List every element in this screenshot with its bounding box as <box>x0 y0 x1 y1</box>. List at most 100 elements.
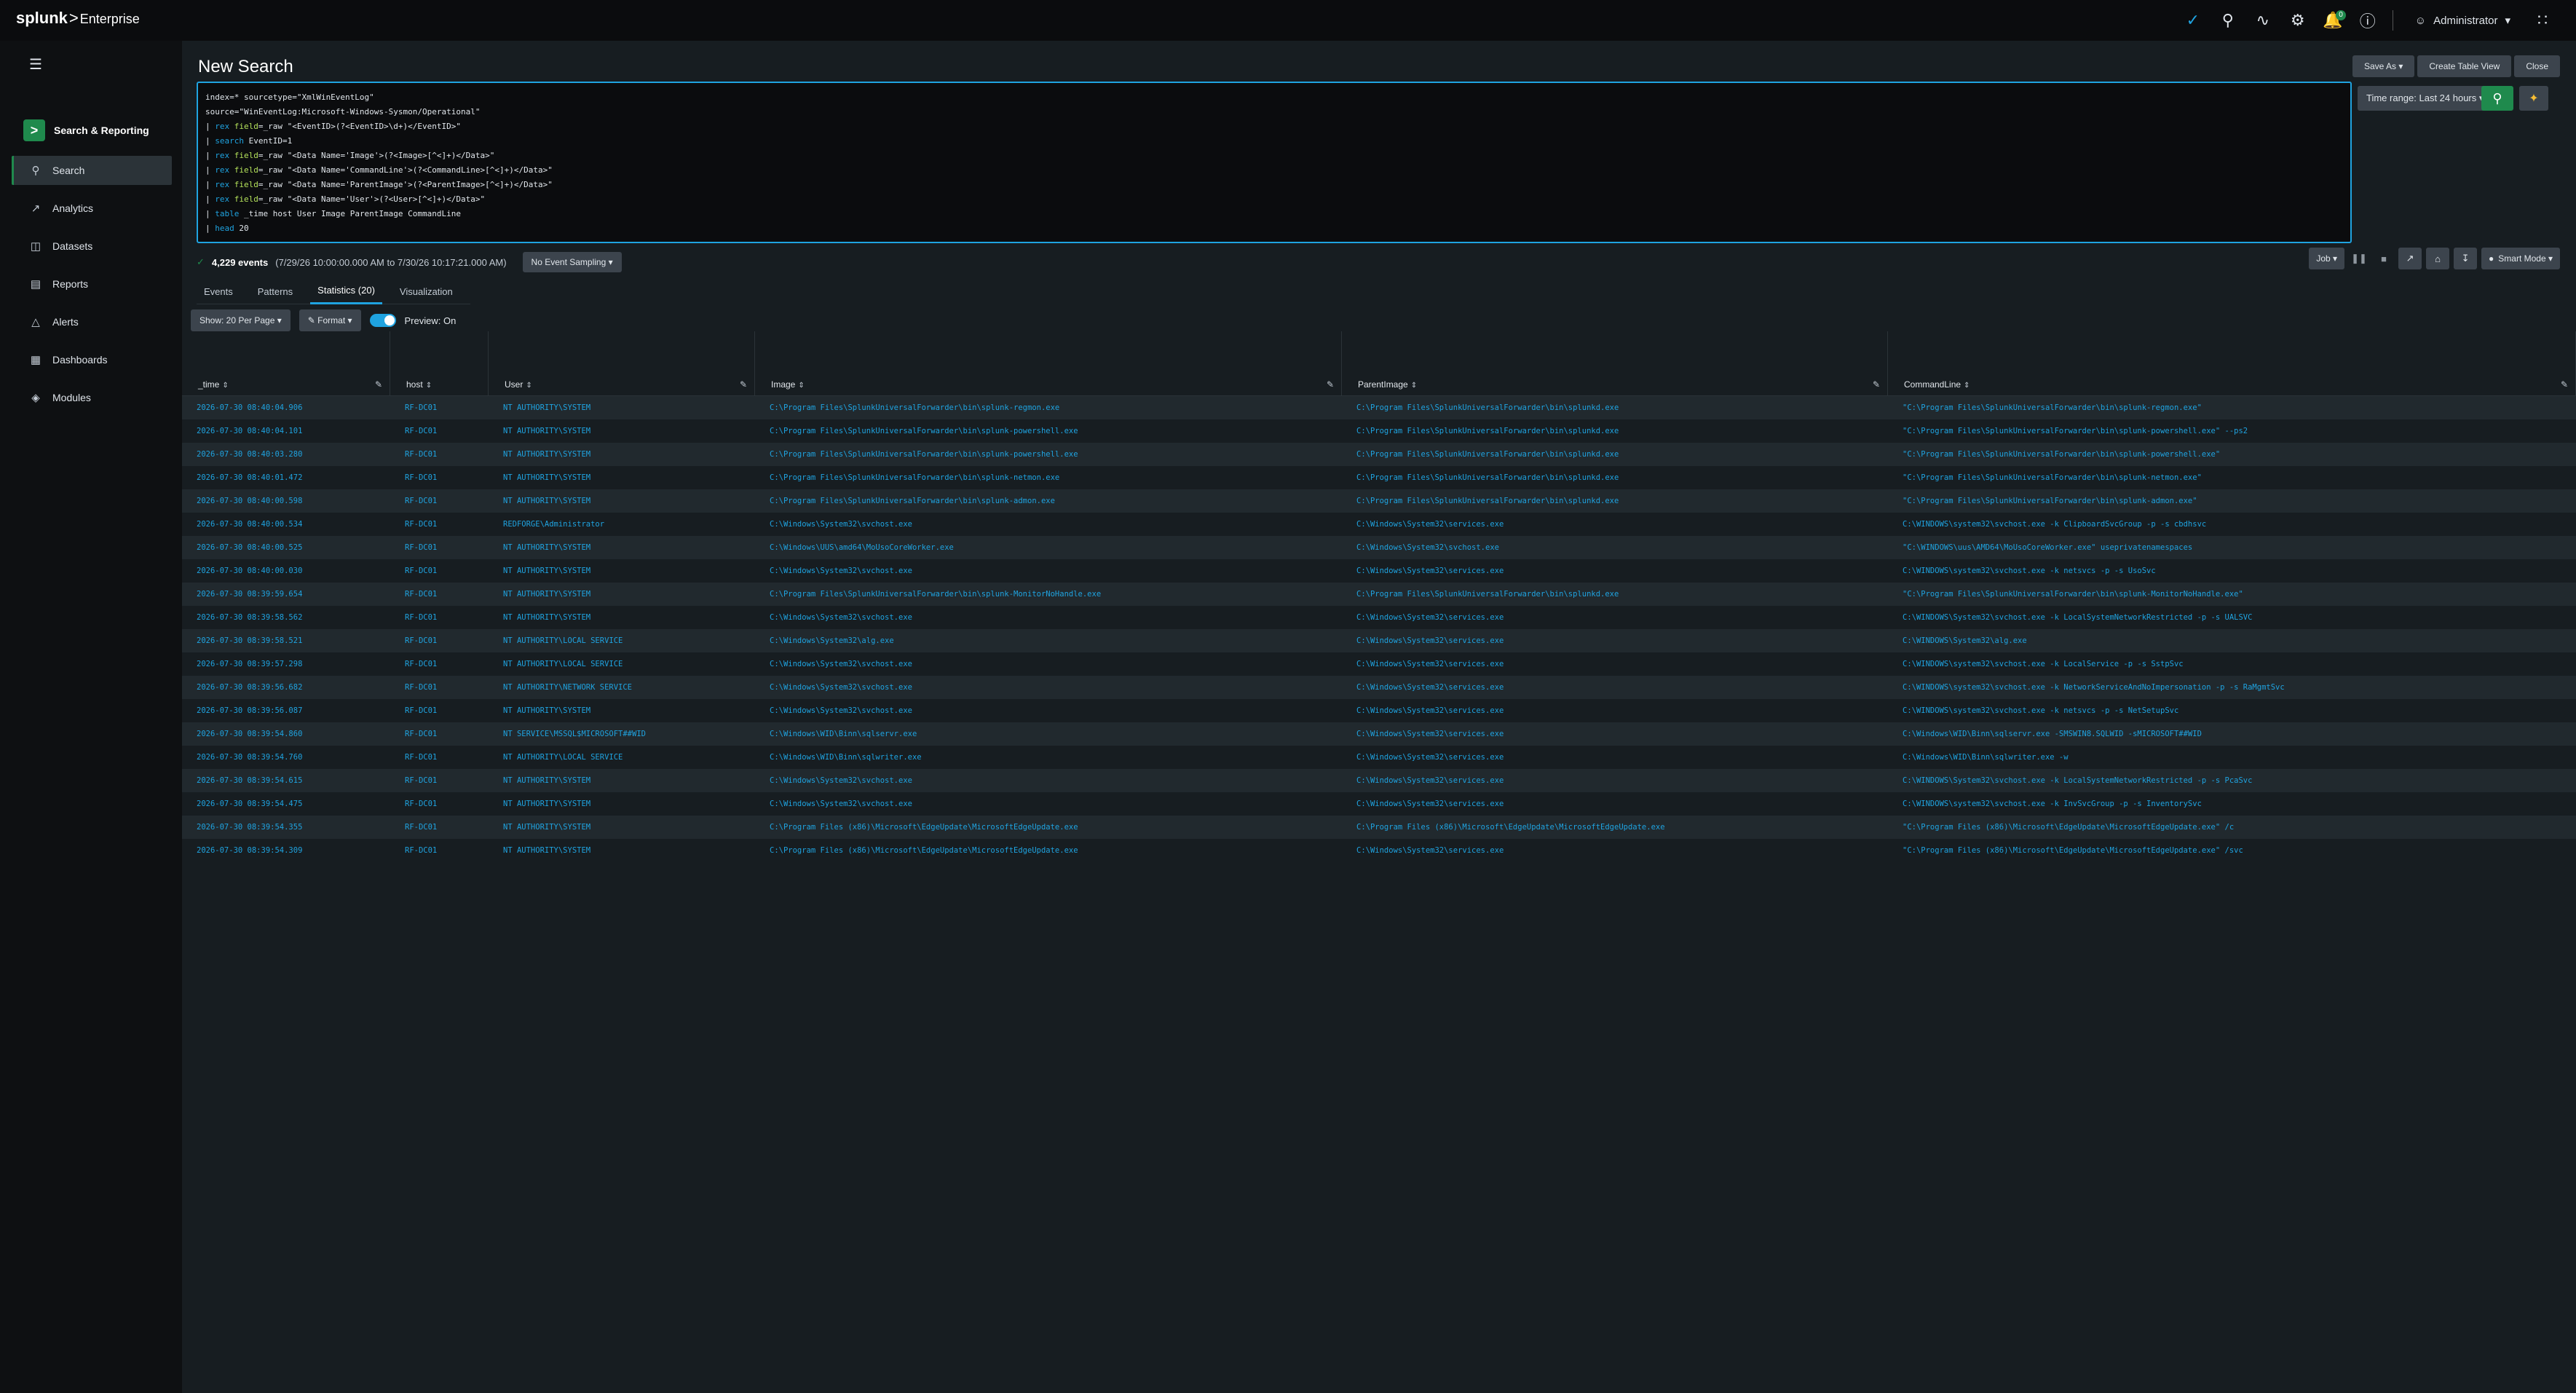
edit-column-icon[interactable]: ✎ <box>1327 379 1334 390</box>
cell-image[interactable]: C:\Program Files\SplunkUniversalForwarde… <box>755 403 1342 412</box>
cell-image[interactable]: C:\Windows\WID\Binn\sqlwriter.exe <box>755 753 1342 762</box>
edit-column-icon[interactable]: ✎ <box>1873 379 1880 390</box>
cell-image[interactable]: C:\Program Files\SplunkUniversalForwarde… <box>755 427 1342 435</box>
cell-parentimage[interactable]: C:\Windows\System32\services.exe <box>1342 730 1888 738</box>
cell-host[interactable]: RF-DC01 <box>390 753 489 762</box>
format-dropdown[interactable]: ✎ Format ▾ <box>299 309 361 331</box>
pause-icon[interactable]: ❚❚ <box>2349 248 2369 269</box>
cell-parentimage[interactable]: C:\Windows\System32\services.exe <box>1342 613 1888 622</box>
cell-commandline[interactable]: "C:\Program Files\SplunkUniversalForward… <box>1888 473 2576 482</box>
cell-time[interactable]: 2026-07-30 08:39:54.355 <box>182 823 390 832</box>
gear-icon[interactable]: ⚙ <box>2280 0 2315 41</box>
stop-icon[interactable]: ■ <box>2374 248 2394 269</box>
cell-time[interactable]: 2026-07-30 08:39:58.521 <box>182 636 390 645</box>
cell-commandline[interactable]: C:\Windows\WID\Binn\sqlservr.exe -SMSWIN… <box>1888 730 2576 738</box>
cell-host[interactable]: RF-DC01 <box>390 800 489 808</box>
cell-host[interactable]: RF-DC01 <box>390 590 489 599</box>
cell-user[interactable]: NT AUTHORITY\SYSTEM <box>489 567 755 575</box>
cell-parentimage[interactable]: C:\Program Files\SplunkUniversalForwarde… <box>1342 473 1888 482</box>
preview-toggle[interactable] <box>369 314 396 327</box>
search-mode-dropdown[interactable]: ● Smart Mode ▾ <box>2481 248 2560 269</box>
app-title[interactable]: > Search & Reporting <box>23 119 149 141</box>
share-icon[interactable]: ↗ <box>2398 248 2422 269</box>
cell-host[interactable]: RF-DC01 <box>390 427 489 435</box>
cell-host[interactable]: RF-DC01 <box>390 636 489 645</box>
cell-user[interactable]: NT AUTHORITY\LOCAL SERVICE <box>489 636 755 645</box>
cell-time[interactable]: 2026-07-30 08:39:54.615 <box>182 776 390 785</box>
cell-commandline[interactable]: "C:\Program Files\SplunkUniversalForward… <box>1888 427 2576 435</box>
cell-time[interactable]: 2026-07-30 08:39:54.860 <box>182 730 390 738</box>
apps-grid-icon[interactable]: ∷ <box>2525 0 2560 41</box>
cell-host[interactable]: RF-DC01 <box>390 520 489 529</box>
cell-image[interactable]: C:\Windows\System32\svchost.exe <box>755 776 1342 785</box>
activity-icon[interactable]: ∿ <box>2245 0 2280 41</box>
cell-host[interactable]: RF-DC01 <box>390 450 489 459</box>
cell-time[interactable]: 2026-07-30 08:40:00.525 <box>182 543 390 552</box>
job-menu[interactable]: Job ▾ <box>2309 248 2345 269</box>
cell-image[interactable]: C:\Windows\System32\svchost.exe <box>755 567 1342 575</box>
tab-visualization[interactable]: Visualization <box>392 278 460 304</box>
cell-parentimage[interactable]: C:\Windows\System32\services.exe <box>1342 846 1888 855</box>
sidebar-item-alerts[interactable]: △ Alerts <box>12 307 172 336</box>
cell-user[interactable]: NT AUTHORITY\SYSTEM <box>489 543 755 552</box>
cell-host[interactable]: RF-DC01 <box>390 846 489 855</box>
column-header-user[interactable]: User ⇕ ✎ <box>489 331 755 395</box>
cell-parentimage[interactable]: C:\Windows\System32\svchost.exe <box>1342 543 1888 552</box>
cell-user[interactable]: NT AUTHORITY\LOCAL SERVICE <box>489 660 755 668</box>
cell-user[interactable]: REDFORGE\Administrator <box>489 520 755 529</box>
bell-icon[interactable]: 🔔 0 <box>2315 0 2350 41</box>
cell-image[interactable]: C:\Program Files\SplunkUniversalForwarde… <box>755 450 1342 459</box>
cell-time[interactable]: 2026-07-30 08:39:54.760 <box>182 753 390 762</box>
cell-host[interactable]: RF-DC01 <box>390 706 489 715</box>
cell-commandline[interactable]: "C:\Program Files\SplunkUniversalForward… <box>1888 403 2576 412</box>
cell-image[interactable]: C:\Windows\System32\svchost.exe <box>755 660 1342 668</box>
cell-time[interactable]: 2026-07-30 08:40:00.030 <box>182 567 390 575</box>
cell-image[interactable]: C:\Windows\System32\svchost.exe <box>755 683 1342 692</box>
edit-column-icon[interactable]: ✎ <box>2561 379 2568 390</box>
sidebar-item-datasets[interactable]: ◫ Datasets <box>12 232 172 261</box>
cell-user[interactable]: NT AUTHORITY\SYSTEM <box>489 427 755 435</box>
cell-host[interactable]: RF-DC01 <box>390 683 489 692</box>
sort-icon[interactable]: ⇕ <box>798 382 804 390</box>
cell-user[interactable]: NT AUTHORITY\SYSTEM <box>489 590 755 599</box>
cell-commandline[interactable]: C:\WINDOWS\system32\svchost.exe -k Local… <box>1888 660 2576 668</box>
cell-commandline[interactable]: C:\WINDOWS\System32\svchost.exe -k Local… <box>1888 613 2576 622</box>
cell-host[interactable]: RF-DC01 <box>390 567 489 575</box>
cell-time[interactable]: 2026-07-30 08:39:56.087 <box>182 706 390 715</box>
cell-parentimage[interactable]: C:\Windows\System32\services.exe <box>1342 636 1888 645</box>
user-menu[interactable]: ☺ Administrator ▾ <box>2401 0 2525 41</box>
cell-time[interactable]: 2026-07-30 08:39:59.654 <box>182 590 390 599</box>
cell-parentimage[interactable]: C:\Program Files\SplunkUniversalForwarde… <box>1342 590 1888 599</box>
sidebar-item-search[interactable]: ⚲ Search <box>12 156 172 185</box>
cell-user[interactable]: NT AUTHORITY\SYSTEM <box>489 403 755 412</box>
sort-icon[interactable]: ⇕ <box>222 382 228 390</box>
sort-icon[interactable]: ⇕ <box>526 382 532 390</box>
cell-commandline[interactable]: "C:\Program Files\SplunkUniversalForward… <box>1888 497 2576 505</box>
cell-image[interactable]: C:\Program Files (x86)\Microsoft\EdgeUpd… <box>755 846 1342 855</box>
create-table-view-button[interactable]: Create Table View <box>2417 55 2512 77</box>
cell-host[interactable]: RF-DC01 <box>390 613 489 622</box>
cell-parentimage[interactable]: C:\Program Files\SplunkUniversalForwarde… <box>1342 497 1888 505</box>
cell-image[interactable]: C:\Windows\System32\svchost.exe <box>755 800 1342 808</box>
search-icon[interactable]: ⚲ <box>2210 0 2245 41</box>
cell-user[interactable]: NT AUTHORITY\SYSTEM <box>489 776 755 785</box>
column-header-time[interactable]: _time ⇕ ✎ <box>182 331 390 395</box>
cell-parentimage[interactable]: C:\Windows\System32\services.exe <box>1342 683 1888 692</box>
cell-parentimage[interactable]: C:\Program Files (x86)\Microsoft\EdgeUpd… <box>1342 823 1888 832</box>
cell-image[interactable]: C:\Windows\System32\svchost.exe <box>755 706 1342 715</box>
cell-host[interactable]: RF-DC01 <box>390 730 489 738</box>
cell-commandline[interactable]: "C:\WINDOWS\uus\AMD64\MoUsoCoreWorker.ex… <box>1888 543 2576 552</box>
tab-patterns[interactable]: Patterns <box>250 278 300 304</box>
cell-commandline[interactable]: C:\WINDOWS\system32\svchost.exe -k netsv… <box>1888 706 2576 715</box>
sidebar-item-dashboards[interactable]: ▦ Dashboards <box>12 345 172 374</box>
cell-parentimage[interactable]: C:\Windows\System32\services.exe <box>1342 776 1888 785</box>
cell-user[interactable]: NT AUTHORITY\SYSTEM <box>489 706 755 715</box>
cell-time[interactable]: 2026-07-30 08:39:54.475 <box>182 800 390 808</box>
sort-icon[interactable]: ⇕ <box>1411 382 1417 390</box>
sidebar-item-reports[interactable]: ▤ Reports <box>12 269 172 299</box>
cell-host[interactable]: RF-DC01 <box>390 473 489 482</box>
cell-user[interactable]: NT AUTHORITY\LOCAL SERVICE <box>489 753 755 762</box>
search-query-input[interactable]: index=* sourcetype="XmlWinEventLog" sourc… <box>197 82 2352 243</box>
menu-icon[interactable]: ☰ <box>29 55 42 74</box>
column-header-commandline[interactable]: CommandLine ⇕ ✎ <box>1888 331 2576 395</box>
